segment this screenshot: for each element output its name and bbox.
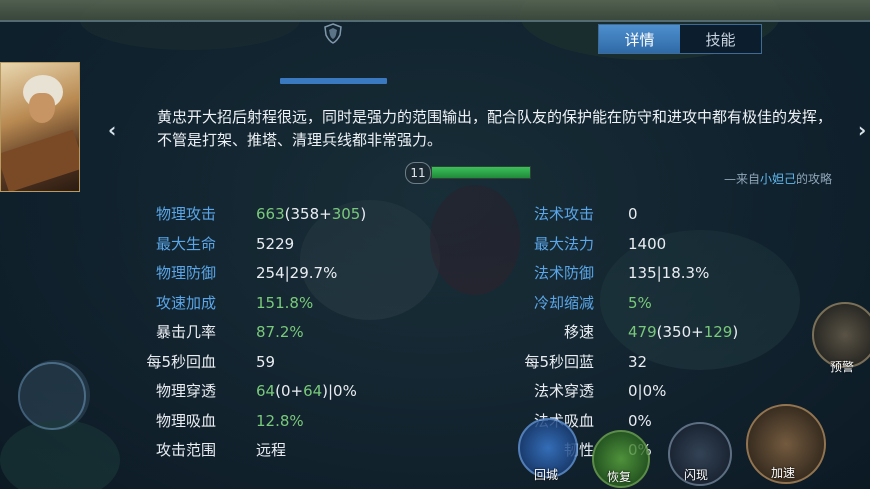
stat-value-part: 305 [331, 205, 361, 223]
stat-value-part: 32 [628, 352, 648, 371]
stat-value: 135|18.3% [628, 262, 709, 284]
stat-value-part: 5% [628, 293, 652, 312]
skill-label-speed-up: 加速 [771, 466, 796, 480]
stat-label: 暴击几率 [155, 323, 216, 341]
stat-value: 479(350+129) [628, 321, 738, 343]
stat-label: 最大法力 [533, 234, 594, 253]
stat-value: 151.8% [256, 292, 313, 314]
stat-value-part: 5229 [256, 234, 295, 253]
hero-stats-table: 物理攻击 663(358+305) 最大生命 5229 物理防御 254|29.7% 攻速加… [0, 0, 870, 489]
stat-label: 每5秒回血 [146, 352, 216, 371]
stat-value-part: 0|0% [628, 382, 667, 400]
stat-label: 攻速加成 [155, 293, 216, 312]
stat-label: 攻击范围 [155, 441, 216, 459]
stat-value-part: 663 [256, 205, 285, 223]
stat-value: 663(358+305) [256, 203, 366, 225]
stat-value: 0% [628, 410, 652, 432]
stat-value-part: (350+ [656, 323, 704, 341]
stat-value: 12.8% [256, 410, 304, 432]
stat-label: 物理攻击 [155, 205, 216, 223]
stat-value-part: 254|29.7% [256, 264, 338, 282]
stat-label: 物理吸血 [155, 411, 216, 430]
stat-value: 0 [628, 203, 638, 225]
skill-label-alert: 预警 [830, 360, 855, 374]
stat-label: 物理防御 [155, 264, 216, 282]
stat-value-part: 129 [703, 323, 733, 341]
stat-value: 5% [628, 292, 652, 314]
stat-value-part: )|0% [322, 382, 357, 400]
stat-value-part: 59 [256, 352, 276, 371]
stat-value: 254|29.7% [256, 262, 337, 284]
stat-value-part: 64 [256, 382, 276, 400]
stat-value: 87.2% [256, 321, 304, 343]
stat-value-part: (358+ [284, 205, 332, 223]
stat-value: 远程 [256, 439, 286, 461]
stat-label: 最大生命 [155, 234, 216, 253]
skill-label-recall: 回城 [534, 468, 559, 482]
stat-label: 法术穿透 [533, 382, 594, 400]
stat-value: 64(0+64)|0% [256, 380, 357, 402]
stat-value: 32 [628, 351, 647, 373]
stat-label: 法术攻击 [533, 205, 594, 223]
skill-label-flash: 闪现 [684, 468, 709, 482]
stat-label: 每5秒回蓝 [524, 352, 594, 371]
stat-value-part: 0% [628, 411, 652, 430]
stat-value-part: ) [360, 205, 367, 223]
skill-label-heal: 恢复 [607, 470, 632, 484]
stat-value-part: ) [732, 323, 739, 341]
stat-value: 1400 [628, 233, 666, 255]
stat-label: 物理穿透 [155, 382, 216, 400]
joystick[interactable] [18, 362, 86, 430]
stat-value: 0|0% [628, 380, 666, 402]
stat-label: 冷却缩减 [533, 293, 594, 312]
stat-value-part: (0+ [275, 382, 304, 400]
stat-label: 移速 [563, 323, 594, 341]
stat-value-part: 1400 [628, 234, 667, 253]
stat-value-part: 479 [628, 323, 657, 341]
stat-value-part: 远程 [256, 441, 287, 459]
stat-value: 59 [256, 351, 275, 373]
stat-value-part: 64 [303, 382, 323, 400]
stat-value-part: 135|18.3% [628, 264, 710, 282]
stat-value-part: 151.8% [256, 293, 314, 312]
stat-value-part: 87.2% [256, 323, 304, 341]
stat-value-part: 12.8% [256, 411, 304, 430]
stat-value-part: 0 [628, 205, 638, 223]
stat-label: 法术防御 [533, 264, 594, 282]
stat-value: 5229 [256, 233, 294, 255]
